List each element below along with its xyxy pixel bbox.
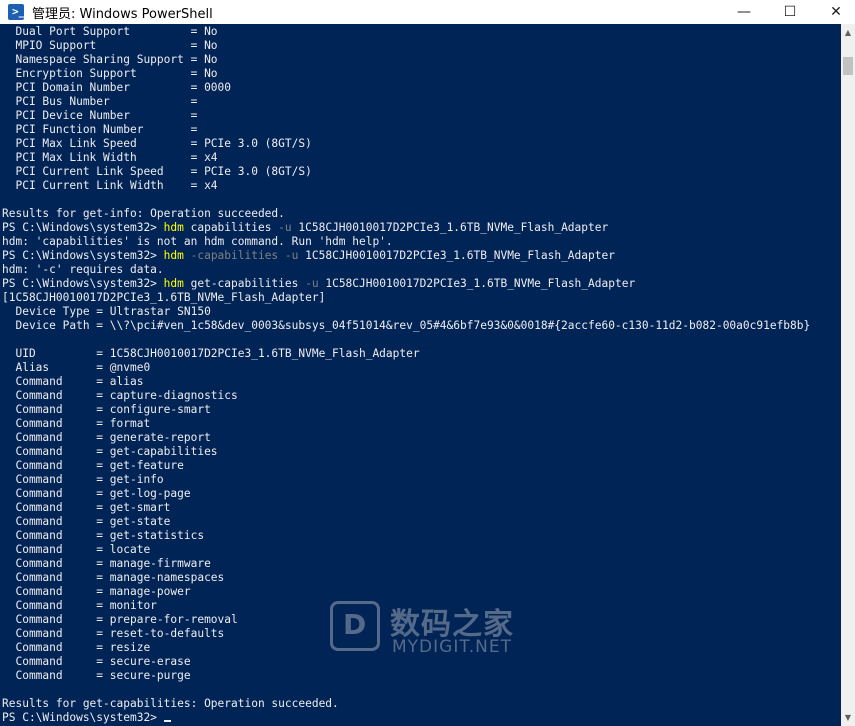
console-line: Command = generate-report xyxy=(2,431,211,444)
text-cursor xyxy=(163,720,171,722)
powershell-icon: >_ xyxy=(8,4,25,20)
console-line: PS C:\Windows\system32> hdm get-capabili… xyxy=(2,277,841,291)
console-line: [1C58CJH0010017D2PCIe3_1.6TB_NVMe_Flash_… xyxy=(2,291,326,304)
console-line: Dual Port Support = No xyxy=(2,25,218,38)
command-name: hdm xyxy=(163,277,184,290)
console-line: Command = get-capabilities xyxy=(2,445,218,458)
console-line: MPIO Support = No xyxy=(2,39,218,52)
command-argument: get-capabilities xyxy=(183,277,306,290)
console-line: Command = get-state xyxy=(2,515,171,528)
console-line: Command = get-feature xyxy=(2,459,184,472)
console-line: hdm: '-c' requires data. xyxy=(2,263,164,276)
scroll-thumb[interactable] xyxy=(843,57,853,75)
console-line: Command = resize xyxy=(2,641,151,654)
console-line: Results for get-capabilities: Operation … xyxy=(2,697,339,710)
window-title: 管理员: Windows PowerShell xyxy=(32,7,213,22)
console-line: Command = get-log-page xyxy=(2,487,191,500)
console-line: Command = locate xyxy=(2,543,151,556)
console-line: Command = alias xyxy=(2,375,144,388)
scroll-down-arrow-icon[interactable]: ▼ xyxy=(841,709,855,726)
command-name: hdm xyxy=(163,249,184,262)
console-line: PCI Function Number = xyxy=(2,123,198,136)
console-line: Command = manage-power xyxy=(2,585,191,598)
command-name: hdm xyxy=(163,221,184,234)
command-argument: 1C58CJH0010017D2PCIe3_1.6TB_NVMe_Flash_A… xyxy=(291,221,609,234)
console-line: Command = format xyxy=(2,417,151,430)
console-line: Command = prepare-for-removal xyxy=(2,613,238,626)
command-argument: capabilities xyxy=(183,221,279,234)
command-parameter: -capabilities -u xyxy=(183,249,299,262)
console-line: Command = manage-namespaces xyxy=(2,571,225,584)
console-line: Encryption Support = No xyxy=(2,67,218,80)
console-line: hdm: 'capabilities' is not an hdm comman… xyxy=(2,235,393,248)
prompt-text: PS C:\Windows\system32> xyxy=(2,249,164,262)
console-line: Device Type = Ultrastar SN150 xyxy=(2,305,211,318)
title-bar[interactable]: >_ 管理员: Windows PowerShell — ☐ ✕ xyxy=(0,0,855,25)
console-line: Namespace Sharing Support = No xyxy=(2,53,218,66)
scroll-up-arrow-icon[interactable]: ▲ xyxy=(841,24,855,41)
prompt-text: PS C:\Windows\system32> xyxy=(2,277,164,290)
console-line: PS C:\Windows\system32> hdm -capabilitie… xyxy=(2,249,841,263)
console-line: PS C:\Windows\system32> xyxy=(2,711,841,725)
console-line: PCI Domain Number = 0000 xyxy=(2,81,232,94)
console-line: UID = 1C58CJH0010017D2PCIe3_1.6TB_NVMe_F… xyxy=(2,347,420,360)
console-line: Command = get-statistics xyxy=(2,529,205,542)
console-line: PCI Device Number = xyxy=(2,109,198,122)
console-line: Command = configure-smart xyxy=(2,403,211,416)
prompt-text: PS C:\Windows\system32> xyxy=(2,711,164,724)
console-line: Command = secure-purge xyxy=(2,669,191,682)
command-argument: 1C58CJH0010017D2PCIe3_1.6TB_NVMe_Flash_A… xyxy=(298,249,615,262)
console-line: Command = secure-erase xyxy=(2,655,191,668)
console-line: PCI Current Link Speed = PCIe 3.0 (8GT/S… xyxy=(2,165,312,178)
minimize-button[interactable]: — xyxy=(721,0,767,24)
vertical-scrollbar[interactable]: ▲ ▼ xyxy=(841,24,855,726)
console-line: PCI Max Link Speed = PCIe 3.0 (8GT/S) xyxy=(2,137,312,150)
command-parameter: -u xyxy=(305,277,319,290)
console-line: Results for get-info: Operation succeede… xyxy=(2,207,285,220)
console-line: PCI Max Link Width = x4 xyxy=(2,151,218,164)
console-line: Command = manage-firmware xyxy=(2,557,211,570)
console-line: Command = get-info xyxy=(2,473,164,486)
command-argument: 1C58CJH0010017D2PCIe3_1.6TB_NVMe_Flash_A… xyxy=(318,277,636,290)
console-line: Command = monitor xyxy=(2,599,157,612)
console-line: PS C:\Windows\system32> hdm capabilities… xyxy=(2,221,841,235)
console-line: Command = reset-to-defaults xyxy=(2,627,225,640)
prompt-text: PS C:\Windows\system32> xyxy=(2,221,164,234)
console-area[interactable]: Dual Port Support = No MPIO Support = No… xyxy=(0,24,841,726)
console-line: PCI Current Link Width = x4 xyxy=(2,179,218,192)
console-line: Command = capture-diagnostics xyxy=(2,389,238,402)
console-line: Alias = @nvme0 xyxy=(2,361,151,374)
console-line: Device Path = \\?\pci#ven_1c58&dev_0003&… xyxy=(2,319,811,332)
console-output: Dual Port Support = No MPIO Support = No… xyxy=(2,25,841,725)
maximize-button[interactable]: ☐ xyxy=(767,0,813,24)
console-line: Command = get-smart xyxy=(2,501,171,514)
console-line: PCI Bus Number = xyxy=(2,95,198,108)
command-parameter: -u xyxy=(278,221,292,234)
close-button[interactable]: ✕ xyxy=(813,0,855,24)
